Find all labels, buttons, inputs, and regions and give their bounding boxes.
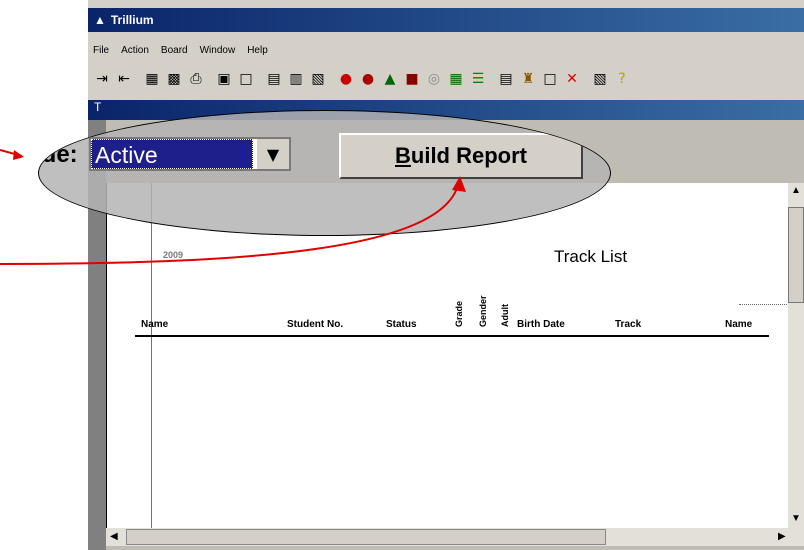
- build-report-mnemonic: B: [395, 143, 411, 168]
- col-name: Name: [141, 319, 169, 330]
- zoom-callout: ude: Active ▼ Build Report: [38, 110, 611, 236]
- left-arrow-head: [13, 150, 24, 160]
- menu-help[interactable]: Help: [242, 45, 275, 56]
- scroll-up-icon[interactable]: ▲: [791, 185, 801, 196]
- horizontal-scroll-thumb[interactable]: [126, 529, 606, 545]
- build-report-label: uild Report: [410, 143, 527, 168]
- scroll-right-icon[interactable]: ▶: [778, 531, 786, 542]
- chevron-down-icon[interactable]: ▼: [255, 139, 289, 169]
- col-gender: Gender: [478, 295, 488, 327]
- vertical-scrollbar[interactable]: ▲ ▼: [788, 183, 804, 528]
- report-dotted-rule: [739, 304, 789, 305]
- report-header-text: 2009: [163, 250, 184, 260]
- include-label: ude:: [39, 141, 78, 168]
- arrow-in-icon[interactable]: ⇥: [92, 69, 112, 89]
- menu-board[interactable]: Board: [156, 45, 195, 56]
- left-arrow-line: [0, 149, 23, 157]
- include-select[interactable]: Active ▼: [89, 137, 291, 171]
- report-icon[interactable]: ▤: [264, 69, 284, 89]
- help-icon[interactable]: ?: [612, 69, 632, 89]
- close-icon[interactable]: ✕: [562, 69, 582, 89]
- apples-icon[interactable]: ●: [358, 69, 378, 89]
- apple-icon[interactable]: ●: [336, 69, 356, 89]
- col-name-2: Name: [725, 319, 753, 330]
- grid-icon[interactable]: ▦: [142, 69, 162, 89]
- vertical-scroll-thumb[interactable]: [788, 207, 804, 303]
- bars-icon[interactable]: ☰: [468, 69, 488, 89]
- arrow-out-icon[interactable]: ⇤: [114, 69, 134, 89]
- menu-bar: File Action Board Window Help: [88, 40, 804, 60]
- scroll-left-icon[interactable]: ◀: [110, 531, 118, 542]
- toolbar: ⇥ ⇤ ▦ ▩ ⎙ ▣ □ ▤ ▥ ▧ ● ● ▲ ■ ◎ ▦ ☰ ▤ ♜ □ …: [88, 64, 804, 94]
- menu-action[interactable]: Action: [116, 45, 156, 56]
- report-header-rule: [135, 335, 769, 337]
- page-icon[interactable]: □: [540, 69, 560, 89]
- app-title: Trillium: [110, 13, 154, 27]
- col-birth-date: Birth Date: [517, 319, 565, 330]
- building-icon[interactable]: ♜: [518, 69, 538, 89]
- report3-icon[interactable]: ▧: [308, 69, 328, 89]
- disc-icon[interactable]: ◎: [424, 69, 444, 89]
- col-track: Track: [615, 319, 642, 330]
- printer-icon[interactable]: ⎙: [186, 69, 206, 89]
- board-icon[interactable]: ▦: [446, 69, 466, 89]
- scroll-down-icon[interactable]: ▼: [791, 513, 801, 524]
- form-icon[interactable]: ▧: [590, 69, 610, 89]
- menu-window[interactable]: Window: [195, 45, 243, 56]
- book-icon[interactable]: ■: [402, 69, 422, 89]
- menu-file[interactable]: File: [88, 45, 116, 56]
- horizontal-scrollbar[interactable]: ◀ ▶: [106, 528, 804, 546]
- list-icon[interactable]: ▤: [496, 69, 516, 89]
- title-bar: ▲ Trillium: [88, 8, 804, 32]
- save-icon[interactable]: ▣: [214, 69, 234, 89]
- trillium-logo-icon: ▲: [94, 13, 106, 27]
- report-title: Track List: [554, 247, 628, 266]
- col-student-no: Student No.: [287, 319, 344, 330]
- col-adult: Adult: [500, 304, 510, 327]
- col-status: Status: [386, 319, 417, 330]
- include-select-value[interactable]: Active: [91, 139, 253, 169]
- col-grade: Grade: [454, 300, 464, 327]
- tree-icon[interactable]: ▲: [380, 69, 400, 89]
- report2-icon[interactable]: ▥: [286, 69, 306, 89]
- window-icon[interactable]: □: [236, 69, 256, 89]
- chart-icon[interactable]: ▩: [164, 69, 184, 89]
- build-report-button[interactable]: Build Report: [339, 133, 583, 179]
